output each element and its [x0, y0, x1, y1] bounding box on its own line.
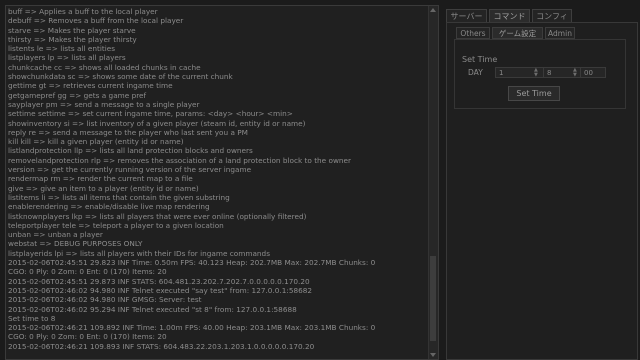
tab-command[interactable]: コマンド	[489, 9, 530, 23]
tab-config[interactable]: コンフィグ	[532, 9, 572, 35]
console-line: chunkcache cc => shows all loaded chunks…	[8, 62, 201, 72]
hour-input[interactable]: 8	[543, 67, 583, 78]
console-line: showchunkdata sc => shows some date of t…	[8, 72, 233, 82]
console-log: buff => Applies a buff to the local play…	[8, 7, 424, 351]
console-line: rendermap rm => render the current map t…	[8, 174, 193, 184]
console-line: removelandprotection rlp => removes the …	[8, 155, 352, 165]
set-time-heading: Set Time	[462, 55, 498, 64]
console-line: listlandprotection llp => lists all land…	[8, 146, 253, 156]
subtab-others[interactable]: Others	[456, 27, 490, 39]
hour-spinner-down-icon[interactable]: ▼	[573, 72, 577, 78]
console-line: listplayerids lpi => lists all players w…	[8, 248, 270, 258]
set-time-button[interactable]: Set Time	[508, 86, 560, 101]
console-line: unban => unban a player	[8, 230, 103, 240]
console-line: kill kill => kill a given player (entity…	[8, 137, 184, 147]
console-line: reply re => send a message to the player…	[8, 127, 248, 137]
console-line: enablerendering => enable/disable live m…	[8, 202, 210, 212]
day-label: DAY	[468, 68, 483, 77]
console-line: CGO: 0 Ply: 0 Zom: 0 Ent: 0 (170) Items:…	[8, 267, 167, 277]
console-line: 2015-02-06T02:46:21 109.893 INF STATS: 6…	[8, 341, 315, 351]
console-line: listitems li => lists all items that con…	[8, 192, 230, 202]
console-line: listplayers lp => lists all players	[8, 53, 126, 63]
console-line: starve => Makes the player starve	[8, 25, 136, 35]
console-line: teleportplayer tele => teleport a player…	[8, 220, 224, 230]
console-line: webstat => DEBUG PURPOSES ONLY	[8, 239, 143, 249]
console-line: buff => Applies a buff to the local play…	[8, 7, 158, 16]
console-line: 2015-02-06T02:46:21 109.892 INF Time: 1.…	[8, 323, 376, 333]
console-line: thirsty => Makes the player thirsty	[8, 34, 137, 44]
console-line: 2015-02-06T02:45:51 29.823 INF Time: 0.5…	[8, 258, 376, 268]
scroll-down-arrow-icon[interactable]	[430, 353, 436, 357]
scrollbar-thumb[interactable]	[430, 256, 436, 341]
console-line: debuff => Removes a buff from the local …	[8, 16, 184, 26]
tab-server[interactable]: サーバー	[446, 9, 487, 23]
minute-input[interactable]: 00	[580, 67, 606, 78]
console-output[interactable]: buff => Applies a buff to the local play…	[5, 5, 439, 360]
console-line: listknownplayers lkp => lists all player…	[8, 211, 307, 221]
console-line: 2015-02-06T02:46:02 94.980 INF Telnet ex…	[8, 285, 313, 295]
console-line: 2015-02-06T02:45:51 29.873 INF STATS: 60…	[8, 276, 310, 286]
subtab-game-settings[interactable]: ゲーム設定	[492, 27, 543, 39]
scroll-up-arrow-icon[interactable]	[430, 8, 436, 12]
control-panel: サーバー コマンド コンフィグ Others ゲーム設定 Admin Set T…	[446, 5, 640, 360]
console-line: sayplayer pm => send a message to a sing…	[8, 99, 200, 109]
console-line: Set time to 8	[8, 313, 56, 323]
console-line: listents le => lists all entities	[8, 44, 116, 54]
console-line: 2015-02-06T02:46:02 94.980 INF GMSG: Ser…	[8, 295, 202, 305]
subtab-admin[interactable]: Admin	[545, 27, 575, 39]
console-line: getgamepref gg => gets a game pref	[8, 90, 147, 100]
console-line: give => give an item to a player (entity…	[8, 183, 199, 193]
app-window: buff => Applies a buff to the local play…	[0, 0, 640, 360]
console-line: gettime gt => retrieves current ingame t…	[8, 81, 173, 91]
console-line: CGO: 0 Ply: 0 Zom: 0 Ent: 0 (170) Items:…	[8, 332, 167, 342]
console-line: 2015-02-06T02:46:02 95.294 INF Telnet ex…	[8, 304, 297, 314]
day-spinner-down-icon[interactable]: ▼	[534, 72, 538, 78]
console-line: showinventory si => list inventory of a …	[8, 118, 306, 128]
console-line: version => get the currently running ver…	[8, 165, 252, 175]
console-line: settime settime => set current ingame ti…	[8, 109, 293, 119]
